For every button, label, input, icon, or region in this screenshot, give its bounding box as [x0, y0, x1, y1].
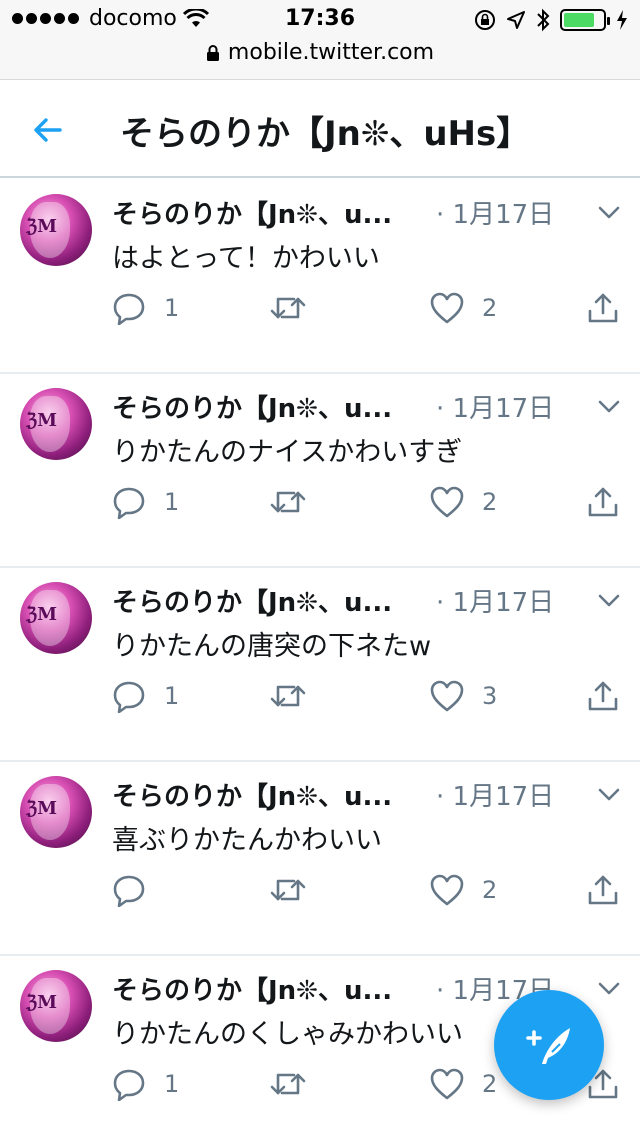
avatar[interactable]: ℨM	[20, 776, 92, 848]
page-title: そらのりか【Jn❊、uHs】	[120, 114, 531, 154]
tweet-timestamp[interactable]: · 1月17日	[436, 194, 554, 231]
retweet-button[interactable]	[270, 676, 324, 716]
retweet-icon	[270, 297, 306, 319]
heart-icon	[430, 1068, 464, 1100]
tweet-actions: 1 3	[112, 676, 622, 716]
reply-icon	[113, 487, 145, 519]
like-button[interactable]: 2	[430, 288, 497, 328]
chevron-down-icon[interactable]	[594, 976, 624, 1000]
avatar[interactable]: ℨM	[20, 194, 92, 266]
heart-icon	[430, 680, 464, 712]
battery-icon	[560, 9, 610, 31]
tweet-timestamp[interactable]: · 1月17日	[436, 582, 554, 619]
reply-button[interactable]: 1	[112, 288, 179, 328]
orientation-lock-icon	[475, 10, 495, 30]
avatar[interactable]: ℨM	[20, 388, 92, 460]
avatar[interactable]: ℨM	[20, 970, 92, 1042]
tweet[interactable]: ℨM そらのりか【Jn❊、u... · 1月17日 はよとって！かわいい 1 2	[0, 180, 640, 374]
reply-button[interactable]: 1	[112, 1064, 179, 1104]
battery-level	[564, 13, 595, 27]
reply-button[interactable]: 1	[112, 676, 179, 716]
share-button[interactable]	[586, 676, 620, 716]
like-count: 3	[482, 682, 498, 710]
reply-count: 1	[164, 488, 180, 516]
share-icon	[588, 487, 618, 517]
url-bar[interactable]: mobile.twitter.com	[0, 40, 640, 65]
like-button[interactable]: 2	[430, 870, 497, 910]
status-icons	[474, 8, 628, 32]
tweet-actions: 1 2	[112, 482, 622, 522]
compose-tweet-icon	[526, 1028, 570, 1064]
reply-count: 1	[164, 294, 180, 322]
retweet-icon	[270, 879, 306, 901]
chevron-down-icon[interactable]	[594, 588, 624, 612]
avatar[interactable]: ℨM	[20, 582, 92, 654]
tweet-actions: 2	[112, 870, 622, 910]
tweet-timestamp[interactable]: · 1月17日	[436, 776, 554, 813]
reply-icon	[113, 875, 145, 907]
chevron-down-icon[interactable]	[594, 200, 624, 224]
retweet-button[interactable]	[270, 870, 324, 910]
bluetooth-icon	[537, 8, 550, 32]
tweet-text: はよとって！かわいい	[112, 243, 380, 274]
compose-tweet-button[interactable]	[494, 990, 604, 1100]
like-count: 2	[482, 1070, 498, 1098]
tweet-text: りかたんの唐突の下ネたw	[112, 631, 432, 662]
tweet-author-name[interactable]: そらのりか【Jn❊、u...	[112, 194, 392, 231]
lock-icon	[206, 44, 219, 61]
like-count: 2	[482, 876, 498, 904]
tweet-author-name[interactable]: そらのりか【Jn❊、u...	[112, 970, 392, 1007]
heart-icon	[430, 292, 464, 324]
tweet-actions: 1 2	[112, 288, 622, 328]
arrow-left-icon[interactable]	[28, 110, 68, 150]
like-button[interactable]: 2	[430, 482, 497, 522]
tweet-author-name[interactable]: そらのりか【Jn❊、u...	[112, 776, 392, 813]
heart-icon	[430, 874, 464, 906]
tweet-author-name[interactable]: そらのりか【Jn❊、u...	[112, 388, 392, 425]
retweet-icon	[270, 491, 306, 513]
tweet-text: 喜ぶりかたんかわいい	[112, 825, 382, 856]
share-icon	[588, 293, 618, 323]
tweet[interactable]: ℨM そらのりか【Jn❊、u... · 1月17日 りかたんの唐突の下ネたw 1	[0, 568, 640, 762]
chevron-down-icon[interactable]	[594, 782, 624, 806]
retweet-icon	[270, 685, 306, 707]
share-button[interactable]	[586, 870, 620, 910]
charging-icon	[617, 10, 627, 30]
reply-icon	[113, 681, 145, 713]
reply-button[interactable]	[112, 870, 164, 910]
location-icon	[507, 11, 525, 29]
retweet-button[interactable]	[270, 1064, 324, 1104]
reply-icon	[113, 293, 145, 325]
url-text: mobile.twitter.com	[227, 40, 435, 65]
retweet-button[interactable]	[270, 288, 324, 328]
tweet-text: りかたんのくしゃみかわいい	[112, 1019, 463, 1050]
reply-icon	[113, 1069, 145, 1101]
retweet-icon	[270, 1073, 306, 1095]
tweet[interactable]: ℨM そらのりか【Jn❊、u... · 1月17日 喜ぶりかたんかわいい 2	[0, 762, 640, 956]
tweet[interactable]: ℨM そらのりか【Jn❊、u... · 1月17日 りかたんのナイスかわいすぎ …	[0, 374, 640, 568]
tweet-author-name[interactable]: そらのりか【Jn❊、u...	[112, 582, 392, 619]
reply-button[interactable]: 1	[112, 482, 179, 522]
share-button[interactable]	[586, 288, 620, 328]
like-count: 2	[482, 294, 498, 322]
share-button[interactable]	[586, 482, 620, 522]
status-row: docomo 17:36	[0, 6, 640, 36]
like-button[interactable]: 3	[430, 676, 497, 716]
tweet-text: りかたんのナイスかわいすぎ	[112, 437, 463, 468]
share-icon	[588, 681, 618, 711]
like-count: 2	[482, 488, 498, 516]
reply-count: 1	[164, 682, 180, 710]
ios-status-bar: docomo 17:36 mobile.twitter.com	[0, 0, 640, 80]
tweet-timestamp[interactable]: · 1月17日	[436, 388, 554, 425]
reply-count: 1	[164, 1070, 180, 1098]
chevron-down-icon[interactable]	[594, 394, 624, 418]
retweet-button[interactable]	[270, 482, 324, 522]
profile-header: そらのりか【Jn❊、uHs】	[0, 80, 640, 178]
like-button[interactable]: 2	[430, 1064, 497, 1104]
share-icon	[588, 875, 618, 905]
heart-icon	[430, 486, 464, 518]
